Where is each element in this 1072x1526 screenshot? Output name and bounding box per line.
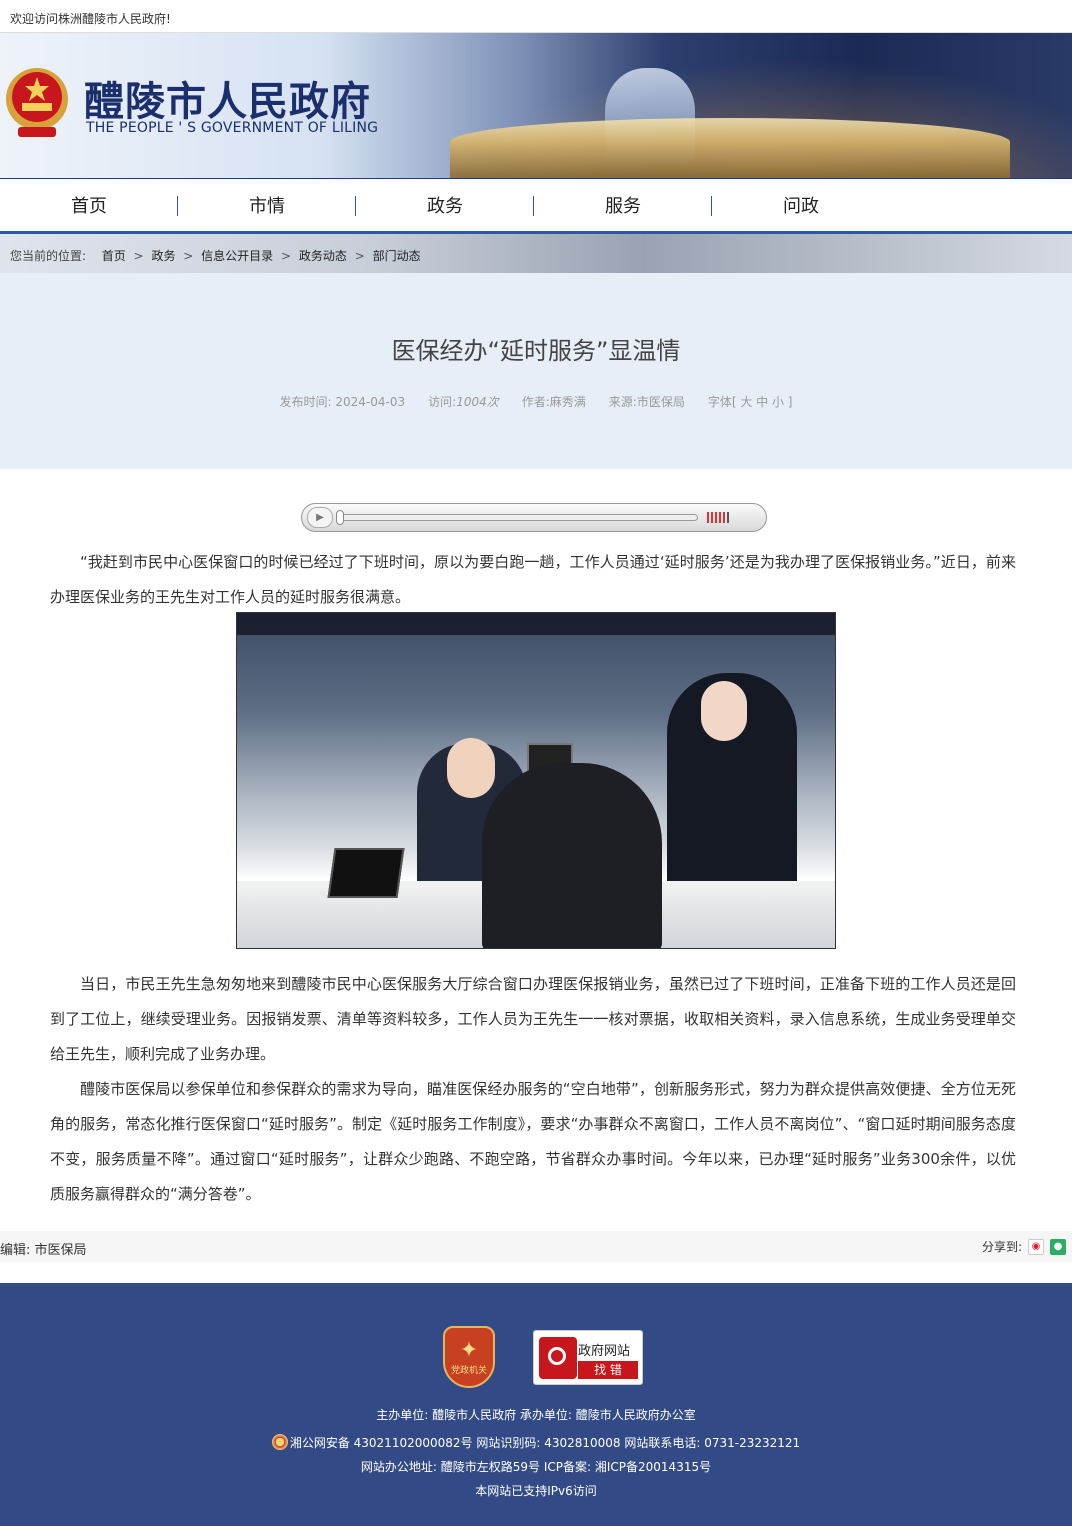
volume-bar	[723, 512, 725, 523]
publish-date: 发布时间: 2024-04-03	[279, 395, 406, 409]
footer-registration-text: 湘公网安备 43021102000082号 网站识别码: 4302810008 …	[289, 1436, 801, 1450]
nav-services[interactable]: 服务	[534, 179, 712, 231]
top-welcome-bar: 欢迎访问株洲醴陵市人民政府!	[0, 0, 1072, 33]
main-nav: 首页 市情 政务 服务 问政	[0, 178, 1072, 234]
police-badge-icon	[271, 1434, 288, 1450]
magnifier-lens	[548, 1347, 566, 1365]
breadcrumb-arrow: >	[281, 249, 292, 263]
share-label: 分享到:	[981, 1240, 1022, 1254]
footer-registration-line: 湘公网安备 43021102000082号 网站识别码: 4302810008 …	[0, 1434, 1072, 1451]
party-government-icon: ✦	[459, 1337, 479, 1363]
site-title-en: THE PEOPLE ' S GOVERNMENT OF LILING	[86, 120, 379, 136]
nav-government-affairs-label: 政务	[427, 196, 463, 217]
breadcrumb: 您当前的位置: 首页 > 政务 > 信息公开目录 > 政务动态 > 部门动态	[0, 234, 1072, 273]
article-meta: 发布时间: 2024-04-03 访问:1004次 作者:麻秀满 来源:市医保局…	[0, 393, 1072, 410]
volume-bar	[711, 512, 713, 523]
volume-bar	[727, 512, 729, 523]
nav-home-label: 首页	[71, 196, 107, 217]
nav-services-label: 服务	[605, 196, 641, 217]
audio-player: ▶	[301, 503, 767, 532]
nav-government-affairs[interactable]: 政务	[356, 179, 534, 231]
report-error-title: 政府网站	[578, 1344, 631, 1359]
site-footer: ✦ 党政机关 政府网站 找 错 主办单位: 醴陵市人民政府 承办单位: 醴陵市人…	[0, 1283, 1072, 1526]
nav-inquiry-label: 问政	[783, 196, 819, 217]
editor-bar: 编辑: 市医保局 分享到: ◉ ●	[0, 1231, 1072, 1262]
breadcrumb-arrow: >	[133, 249, 144, 263]
volume-icon[interactable]	[707, 512, 729, 523]
weibo-icon[interactable]: ◉	[1028, 1238, 1044, 1255]
play-icon[interactable]: ▶	[307, 507, 333, 528]
volume-bar	[715, 512, 717, 523]
report-error-badge[interactable]: 政府网站 找 错	[533, 1330, 643, 1385]
view-count-value: 1004次	[456, 395, 499, 409]
party-government-badge-text: 党政机关	[450, 1365, 487, 1376]
wechat-icon[interactable]: ●	[1050, 1238, 1066, 1255]
nav-inquiry[interactable]: 问政	[712, 179, 890, 231]
audio-progress-handle[interactable]	[336, 510, 344, 525]
photo-citizen	[482, 763, 662, 948]
editor-label: 编辑: 市医保局	[0, 1243, 87, 1258]
article-paragraph-1: “我赶到市民中心医保窗口的时候已经过了下班时间，原以为要白跑一趟，工作人员通过‘…	[50, 553, 1016, 606]
photo-face	[701, 681, 747, 741]
footer-address-line: 网站办公地址: 醴陵市左权路59号 ICP备案: 湘ICP备20014315号	[360, 1460, 712, 1474]
breadcrumb-item-department-news[interactable]: 部门动态	[373, 249, 421, 263]
party-government-badge[interactable]: ✦ 党政机关	[443, 1326, 495, 1388]
service-window-photo	[236, 612, 836, 949]
site-header-banner: 醴陵市人民政府 THE PEOPLE ' S GOVERNMENT OF LIL…	[0, 33, 1072, 178]
breadcrumb-item-catalog[interactable]: 信息公开目录	[201, 249, 273, 263]
national-emblem-icon	[6, 68, 68, 137]
article-source: 来源:市医保局	[608, 395, 685, 409]
article-paragraph-2: 当日，市民王先生急匆匆地来到醴陵市民中心医保服务大厅综合窗口办理医保报销业务，虽…	[50, 975, 1016, 1063]
nav-city-info[interactable]: 市情	[178, 179, 356, 231]
breadcrumb-arrow: >	[183, 249, 194, 263]
article-author: 作者:麻秀满	[521, 395, 586, 409]
view-count: 访问:1004次	[428, 393, 499, 410]
magnifier-icon	[539, 1337, 577, 1379]
breadcrumb-arrow: >	[354, 249, 365, 263]
breadcrumb-item-affairs[interactable]: 政务	[151, 249, 175, 263]
share-bar: 分享到: ◉ ●	[982, 1238, 1066, 1255]
banner-stadium-image	[450, 118, 1010, 178]
breadcrumb-item-news[interactable]: 政务动态	[299, 249, 347, 263]
breadcrumb-item-home[interactable]: 首页	[102, 249, 126, 263]
article-paragraph-3: 醴陵市医保局以参保单位和参保群众的需求为导向，瞄准医保经办服务的“空白地带”，创…	[50, 1080, 1016, 1203]
footer-sponsor-line: 主办单位: 醴陵市人民政府 承办单位: 醴陵市人民政府办公室	[376, 1408, 696, 1422]
breadcrumb-label: 您当前的位置:	[10, 249, 87, 263]
nav-city-info-label: 市情	[249, 196, 285, 217]
volume-bar	[719, 512, 721, 523]
font-size-switcher[interactable]: 字体[ 大 中 小 ]	[708, 393, 793, 410]
photo-face	[447, 738, 495, 798]
photo-screen	[327, 848, 405, 898]
footer-ipv6-line: 本网站已支持IPv6访问	[475, 1484, 597, 1498]
site-title-cn[interactable]: 醴陵市人民政府	[84, 69, 371, 127]
audio-progress-track[interactable]	[338, 514, 698, 521]
nav-home[interactable]: 首页	[0, 179, 178, 231]
welcome-text: 欢迎访问株洲醴陵市人民政府!	[10, 12, 171, 26]
view-count-label: 访问:	[428, 395, 457, 409]
photo-ceiling-sign	[237, 613, 835, 635]
article-header: 医保经办“延时服务”显温情 发布时间: 2024-04-03 访问:1004次 …	[0, 273, 1072, 469]
article-title: 医保经办“延时服务”显温情	[391, 337, 681, 365]
volume-bar	[707, 512, 709, 523]
report-error-label: 找 错	[578, 1361, 638, 1379]
